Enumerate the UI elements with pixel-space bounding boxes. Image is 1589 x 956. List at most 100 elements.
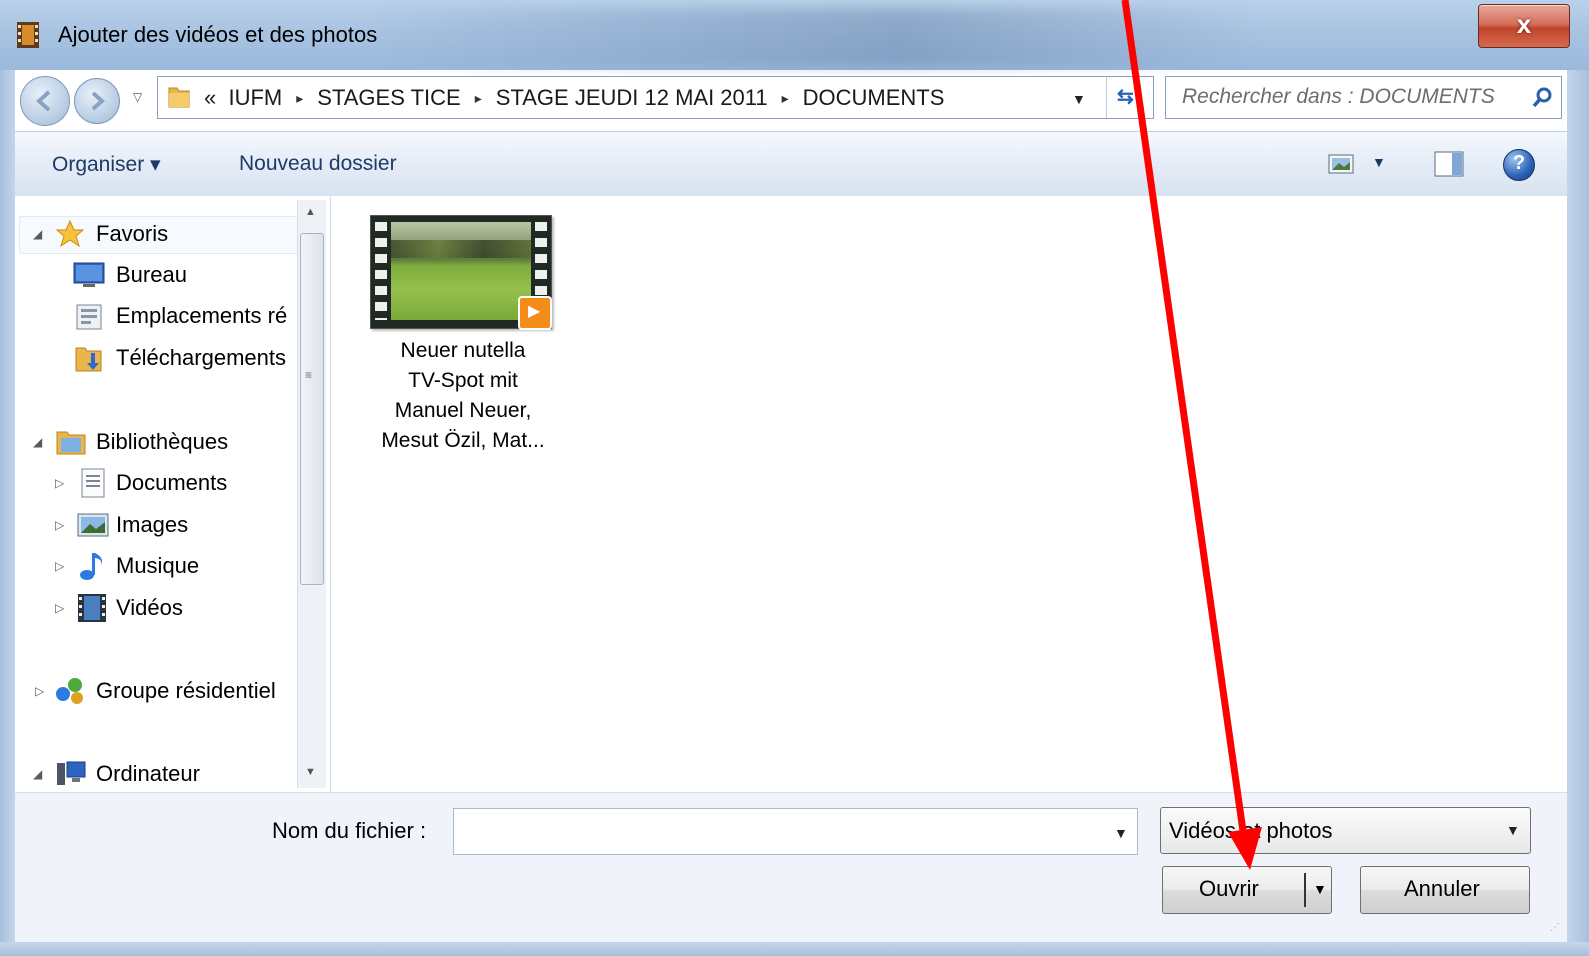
scroll-grip-icon: ≡	[305, 368, 313, 382]
forward-arrow-icon	[91, 91, 106, 111]
file-name-line: Neuer nutella	[400, 339, 526, 362]
open-options-dropdown[interactable]: ▼	[1313, 881, 1327, 897]
film-strip-left	[375, 222, 387, 320]
address-history-dropdown[interactable]: ▼	[1072, 91, 1086, 107]
expand-arrow-icon[interactable]: ▷	[55, 476, 64, 490]
expand-arrow-icon[interactable]: ▷	[55, 559, 64, 573]
filename-history-dropdown[interactable]: ▼	[1114, 825, 1128, 841]
breadcrumb-separator-icon[interactable]: ▸	[782, 90, 789, 106]
navigation-pane: ◢ Favoris Bureau Emplacements ré Télécha…	[15, 196, 331, 792]
nav-item-groupe-residentiel[interactable]: ▷ Groupe résidentiel	[35, 674, 303, 710]
nav-item-label: Ordinateur	[96, 761, 200, 786]
nav-item-label: Bibliothèques	[96, 429, 229, 454]
media-player-icon: ▶	[518, 296, 552, 330]
window-frame-bottom	[0, 942, 1589, 956]
homegroup-icon	[56, 678, 83, 704]
filetype-value: Vidéos et photos	[1169, 818, 1333, 843]
help-glyph: ?	[1512, 152, 1526, 174]
breadcrumb-item[interactable]: DOCUMENTS	[803, 85, 945, 110]
open-file-dialog: Ajouter des vidéos et des photos x ▽ « I…	[0, 0, 1589, 956]
collapse-arrow-icon[interactable]: ◢	[33, 227, 42, 241]
breadcrumb-item[interactable]: IUFM	[228, 85, 282, 110]
recent-pages-dropdown[interactable]: ▽	[133, 90, 142, 104]
music-icon	[80, 553, 103, 580]
nav-item-bureau[interactable]: Bureau	[73, 258, 303, 294]
nav-item-videos[interactable]: ▷ Vidéos	[55, 591, 303, 627]
film-app-icon	[17, 22, 39, 48]
breadcrumb-separator-icon[interactable]: ▸	[296, 90, 303, 106]
breadcrumb: « IUFM ▸ STAGES TICE ▸ STAGE JEUDI 12 MAI 20…	[204, 85, 944, 111]
filename-field[interactable]: ▼	[453, 808, 1138, 855]
nav-item-images[interactable]: ▷ Images	[55, 508, 303, 544]
cancel-button-label: Annuler	[1404, 876, 1480, 901]
title-bar[interactable]: Ajouter des vidéos et des photos x	[0, 0, 1589, 70]
nav-item-telechargements[interactable]: Téléchargements	[73, 341, 303, 377]
refresh-button[interactable]: ⇆	[1106, 77, 1152, 118]
images-icon	[77, 513, 109, 537]
video-thumbnail[interactable]: ▶	[370, 215, 552, 330]
computer-icon	[57, 761, 86, 785]
breadcrumb-item[interactable]: STAGES TICE	[317, 85, 460, 110]
nav-item-bibliotheques[interactable]: ◢ Bibliothèques	[33, 425, 303, 461]
nav-item-ordinateur[interactable]: ◢ Ordinateur	[33, 757, 303, 793]
breadcrumb-separator-icon[interactable]: ▸	[475, 90, 482, 106]
filename-label: Nom du fichier :	[272, 818, 427, 843]
nav-item-label: Emplacements ré	[116, 303, 288, 328]
folder-icon	[168, 87, 190, 108]
new-folder-button[interactable]: Nouveau dossier	[239, 152, 397, 176]
nav-item-documents[interactable]: ▷ Documents	[55, 466, 303, 502]
file-name-label[interactable]: Neuer nutella TV-Spot mit Manuel Neuer, …	[350, 336, 576, 456]
back-arrow-icon	[36, 90, 51, 112]
cancel-button[interactable]: Annuler	[1360, 866, 1530, 914]
organize-menu-button[interactable]: Organiser ▾	[52, 152, 161, 177]
recent-places-icon	[76, 304, 102, 330]
nav-item-favoris[interactable]: ◢ Favoris	[33, 217, 303, 253]
libraries-icon	[56, 431, 86, 455]
nav-item-label: Musique	[116, 553, 200, 578]
video-preview-trees	[391, 240, 531, 258]
breadcrumb-item[interactable]: STAGE JEUDI 12 MAI 2011	[496, 85, 768, 110]
close-button[interactable]: x	[1478, 4, 1570, 48]
open-button[interactable]: Ouvrir ▼	[1162, 866, 1332, 914]
preview-pane-icon[interactable]	[1434, 151, 1464, 177]
star-icon	[55, 219, 85, 248]
command-bar: Organiser ▾ Nouveau dossier ▼ ?	[15, 131, 1567, 197]
nav-item-label: Bureau	[116, 262, 187, 287]
nav-item-label: Images	[116, 512, 189, 537]
search-box[interactable]: Rechercher dans : DOCUMENTS	[1165, 76, 1562, 119]
nav-item-emplacements-recents[interactable]: Emplacements ré	[73, 299, 303, 335]
view-options-dropdown[interactable]: ▼	[1372, 154, 1386, 170]
file-name-line: Manuel Neuer,	[394, 399, 532, 422]
scroll-down-icon[interactable]: ▼	[305, 766, 316, 778]
expand-arrow-icon[interactable]: ▷	[55, 518, 64, 532]
resize-grip-icon[interactable]: ⋰	[1550, 922, 1560, 933]
forward-button[interactable]	[74, 78, 120, 124]
expand-arrow-icon[interactable]: ▷	[55, 601, 64, 615]
nav-item-label: Favoris	[96, 221, 169, 246]
address-bar[interactable]: « IUFM ▸ STAGES TICE ▸ STAGE JEUDI 12 MAI 20…	[157, 76, 1154, 119]
collapse-arrow-icon[interactable]: ◢	[33, 435, 42, 449]
close-icon: x	[1516, 9, 1532, 39]
file-name-line: Mesut Özil, Mat...	[381, 429, 545, 452]
scroll-thumb[interactable]	[300, 233, 324, 585]
breadcrumb-overflow[interactable]: «	[204, 85, 216, 110]
nav-item-musique[interactable]: ▷ Musique	[55, 549, 303, 585]
change-view-icon[interactable]	[1328, 154, 1354, 174]
desktop-icon	[73, 262, 105, 287]
search-input[interactable]: Rechercher dans : DOCUMENTS	[1182, 85, 1495, 109]
filetype-select[interactable]: Vidéos et photos ▼	[1160, 807, 1531, 854]
search-icon[interactable]	[1530, 86, 1554, 110]
expand-arrow-icon[interactable]: ▷	[35, 684, 44, 698]
help-icon[interactable]: ?	[1503, 149, 1535, 181]
downloads-folder-icon	[75, 347, 102, 372]
scroll-up-icon[interactable]: ▲	[305, 206, 316, 218]
chevron-down-icon[interactable]: ▼	[1506, 822, 1520, 838]
back-button[interactable]	[20, 76, 70, 126]
title-bar-glass	[360, 8, 1260, 68]
open-button-label: Ouvrir	[1199, 876, 1259, 901]
file-name-line: TV-Spot mit	[408, 369, 518, 392]
navigation-scrollbar[interactable]: ▲ ≡ ▼	[297, 200, 326, 788]
collapse-arrow-icon[interactable]: ◢	[33, 767, 42, 781]
videos-icon	[78, 594, 106, 622]
window-frame-left	[0, 70, 15, 942]
